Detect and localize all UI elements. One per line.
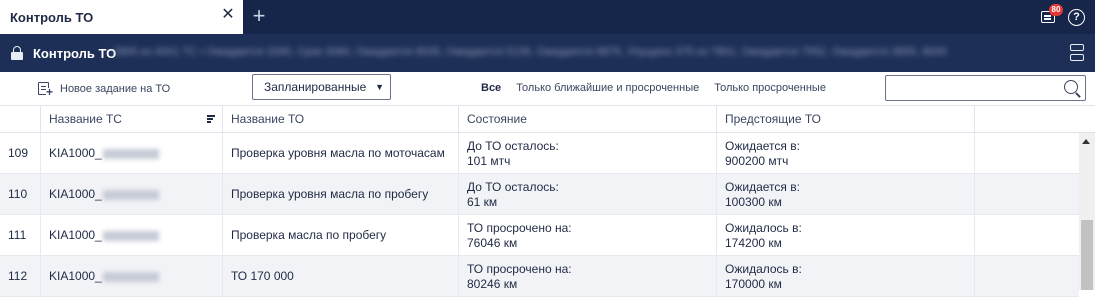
row-spacer xyxy=(975,256,1079,297)
dropdown-arrow-icon: ▼ xyxy=(375,82,384,92)
layout-toggle-icon[interactable] xyxy=(1070,44,1084,62)
filter-nearest-and-overdue[interactable]: Только ближайшие и просроченные xyxy=(516,82,699,94)
maintenance-name: Проверка масла по пробегу xyxy=(223,215,459,256)
tab-kontrol-to[interactable]: Контроль ТО ✕ xyxy=(0,0,243,34)
row-spacer xyxy=(975,133,1079,174)
maintenance-state: ТО просрочено на: 76046 км xyxy=(459,215,717,256)
table-row[interactable]: 112 KIA1000_ ТО 170 000 ТО просрочено на… xyxy=(0,256,1079,297)
upcoming-maintenance: Ожидается в: 900200 мтч xyxy=(717,133,975,174)
vehicle-name: KIA1000_ xyxy=(41,256,223,297)
maintenance-name: ТО 170 000 xyxy=(223,256,459,297)
filter-all[interactable]: Все xyxy=(481,82,501,94)
notification-badge: 80 xyxy=(1049,4,1063,16)
search-icon[interactable] xyxy=(1064,80,1078,94)
table-row[interactable]: 111 KIA1000_ Проверка масла по пробегу Т… xyxy=(0,215,1079,256)
row-number: 112 xyxy=(0,256,41,297)
scroll-up-arrow-icon[interactable] xyxy=(1082,139,1090,144)
column-header-empty xyxy=(975,106,1095,133)
upcoming-maintenance: Ожидается в: 100300 км xyxy=(717,174,975,215)
upcoming-maintenance: Ожидалось в: 170000 км xyxy=(717,256,975,297)
column-header-vehicle[interactable]: Название ТС xyxy=(41,106,223,133)
vertical-scrollbar[interactable] xyxy=(1079,133,1095,290)
table-row[interactable]: 110 KIA1000_ Проверка уровня масла по пр… xyxy=(0,174,1079,215)
toolbar: + Новое задание на ТО Запланированные ▼ … xyxy=(0,72,1095,106)
column-header-label: Состояние xyxy=(467,112,527,126)
status-select-value: Запланированные xyxy=(264,80,367,94)
column-header-state[interactable]: Состояние xyxy=(459,106,717,133)
summary-counts: 2865 из 4001 ТС • Ожидается 3345, Срок 3… xyxy=(113,46,947,58)
vehicle-name: KIA1000_ xyxy=(41,215,223,256)
column-header-label: Название ТС xyxy=(49,112,122,126)
table-header: Название ТС Название ТО Состояние Предст… xyxy=(0,106,1095,133)
new-task-label: Новое задание на ТО xyxy=(60,83,171,95)
filter-overdue-only[interactable]: Только просроченные xyxy=(714,82,826,94)
new-task-button[interactable]: + Новое задание на ТО xyxy=(38,81,171,98)
column-header-label: Название ТО xyxy=(231,112,305,126)
maintenance-state: ТО просрочено на: 80246 км xyxy=(459,256,717,297)
vehicle-name: KIA1000_ xyxy=(41,133,223,174)
maintenance-name: Проверка уровня масла по моточасам xyxy=(223,133,459,174)
page-title: Контроль ТО xyxy=(33,46,117,61)
status-select[interactable]: Запланированные ▼ xyxy=(252,74,391,100)
maintenance-name: Проверка уровня масла по пробегу xyxy=(223,174,459,215)
messages-icon[interactable]: 80 xyxy=(1040,4,1063,26)
scrollbar-thumb[interactable] xyxy=(1081,220,1093,290)
maintenance-state: До ТО осталось: 101 мтч xyxy=(459,133,717,174)
tab-title: Контроль ТО xyxy=(10,9,94,25)
row-number: 111 xyxy=(0,215,41,256)
column-header-number xyxy=(0,106,41,133)
tab-bar: Контроль ТО ✕ + 80 ? xyxy=(0,0,1095,34)
sort-icon[interactable] xyxy=(207,115,215,123)
close-icon[interactable]: ✕ xyxy=(221,7,235,23)
row-number: 110 xyxy=(0,174,41,215)
row-spacer xyxy=(975,215,1079,256)
page-header: Контроль ТО 2865 из 4001 ТС • Ожидается … xyxy=(0,34,1095,72)
column-header-label: Предстоящие ТО xyxy=(725,112,821,126)
help-icon[interactable]: ? xyxy=(1068,8,1085,26)
row-number: 109 xyxy=(0,133,41,174)
maintenance-state: До ТО осталось: 61 км xyxy=(459,174,717,215)
upcoming-maintenance: Ожидалось в: 174200 км xyxy=(717,215,975,256)
column-header-upcoming[interactable]: Предстоящие ТО xyxy=(717,106,975,133)
table-row[interactable]: 109 KIA1000_ Проверка уровня масла по мо… xyxy=(0,133,1079,174)
lock-icon[interactable] xyxy=(11,46,23,60)
search-input[interactable] xyxy=(885,75,1086,101)
column-header-maintenance[interactable]: Название ТО xyxy=(223,106,459,133)
row-spacer xyxy=(975,174,1079,215)
filter-links: Все Только ближайшие и просроченные Толь… xyxy=(481,82,841,94)
tab-bar-actions: 80 ? xyxy=(1040,4,1085,26)
add-document-icon: + xyxy=(38,81,54,98)
add-tab-icon[interactable]: + xyxy=(249,5,269,27)
vehicle-name: KIA1000_ xyxy=(41,174,223,215)
